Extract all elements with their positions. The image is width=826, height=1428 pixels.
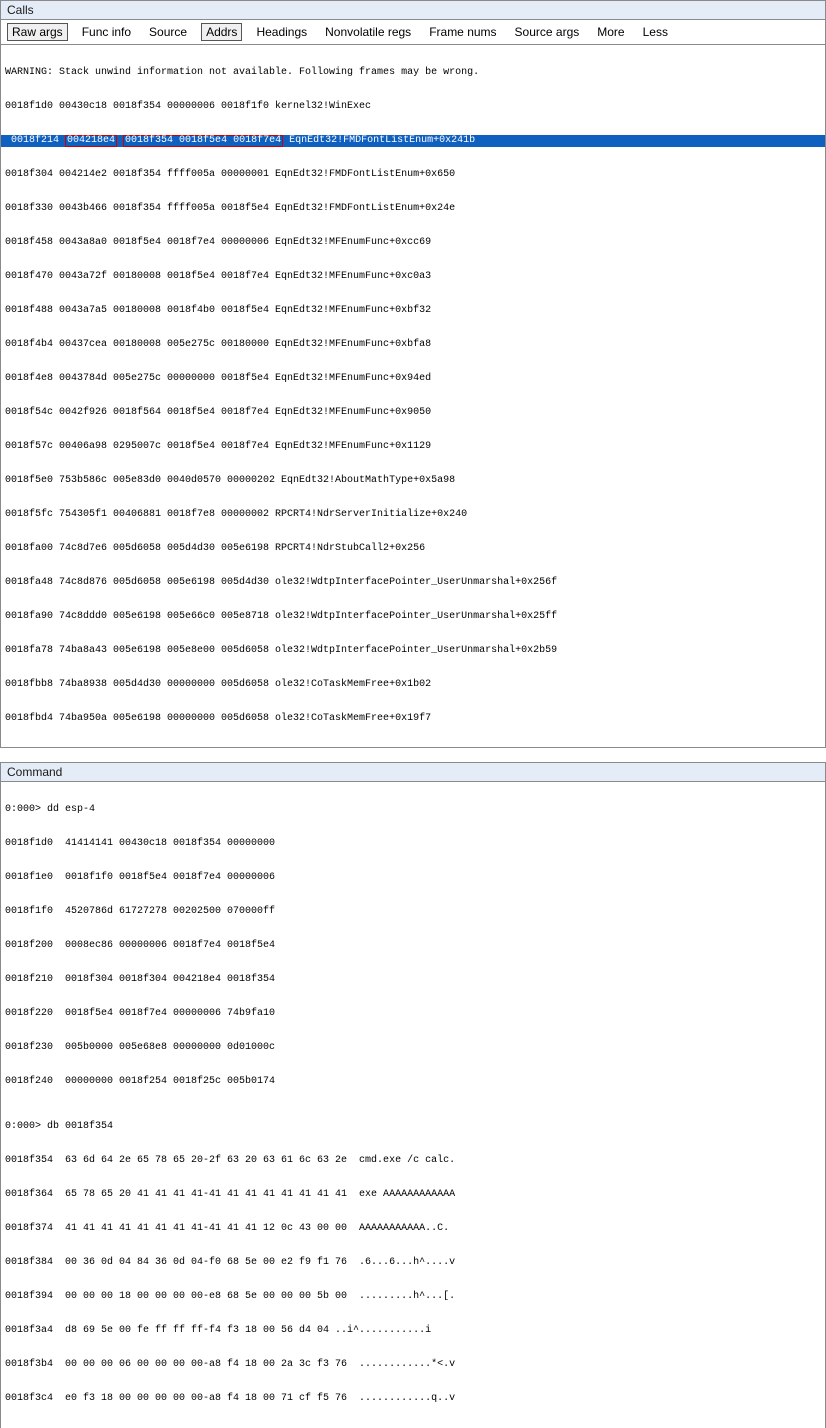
tab-less[interactable]: Less: [639, 24, 672, 40]
cmd-out: 0018f240 00000000 0018f254 0018f25c 005b…: [1, 1076, 825, 1088]
cmd-out: 0018f394 00 00 00 18 00 00 00 00-e8 68 5…: [1, 1291, 825, 1303]
cmd-out: 0018f1e0 0018f1f0 0018f5e4 0018f7e4 0000…: [1, 872, 825, 884]
cmd-out: 0018f1d0 41414141 00430c18 0018f354 0000…: [1, 838, 825, 850]
cmd-out: 0018f364 65 78 65 20 41 41 41 41-41 41 4…: [1, 1189, 825, 1201]
cmd-out: 0018f3a4 d8 69 5e 00 fe ff ff ff-f4 f3 1…: [1, 1325, 825, 1337]
calls-row[interactable]: 0018fbd4 74ba950a 005e6198 00000000 005d…: [1, 713, 825, 725]
calls-row[interactable]: 0018fa90 74c8ddd0 005e6198 005e66c0 005e…: [1, 611, 825, 623]
calls-content[interactable]: WARNING: Stack unwind information not av…: [1, 45, 825, 747]
calls-row[interactable]: 0018f470 0043a72f 00180008 0018f5e4 0018…: [1, 271, 825, 283]
tab-source-args[interactable]: Source args: [511, 24, 584, 40]
sel-col1: 0018f214: [5, 135, 65, 146]
calls-pane: Calls Raw args Func info Source Addrs He…: [0, 0, 826, 748]
command-pane: Command 0:000> dd esp-4 0018f1d0 4141414…: [0, 762, 826, 1428]
tab-more[interactable]: More: [593, 24, 628, 40]
cmd-out: 0018f3b4 00 00 00 06 00 00 00 00-a8 f4 1…: [1, 1359, 825, 1371]
tab-source[interactable]: Source: [145, 24, 191, 40]
highlight-addr-1: 004218e4: [65, 135, 117, 147]
calls-row[interactable]: 0018f54c 0042f926 0018f564 0018f5e4 0018…: [1, 407, 825, 419]
calls-row[interactable]: 0018f330 0043b466 0018f354 ffff005a 0018…: [1, 203, 825, 215]
cmd-prompt: 0:000> dd esp-4: [1, 804, 825, 816]
calls-row[interactable]: 0018f458 0043a8a0 0018f5e4 0018f7e4 0000…: [1, 237, 825, 249]
calls-row[interactable]: 0018f4e8 0043784d 005e275c 00000000 0018…: [1, 373, 825, 385]
cmd-out: 0018f354 63 6d 64 2e 65 78 65 20-2f 63 2…: [1, 1155, 825, 1167]
calls-pane-title: Calls: [1, 1, 825, 20]
calls-row-selected[interactable]: 0018f214 004218e4 0018f354 0018f5e4 0018…: [1, 135, 825, 147]
sel-func: EqnEdt32!FMDFontListEnum+0x241b: [283, 135, 475, 146]
cmd-out: 0018f230 005b0000 005e68e8 00000000 0d01…: [1, 1042, 825, 1054]
cmd-out: 0018f384 00 36 0d 04 84 36 0d 04-f0 68 5…: [1, 1257, 825, 1269]
calls-warning: WARNING: Stack unwind information not av…: [1, 67, 825, 79]
calls-row[interactable]: 0018fa78 74ba8a43 005e6198 005e8e00 005d…: [1, 645, 825, 657]
highlight-addr-2: 0018f354 0018f5e4 0018f7e4: [123, 135, 283, 147]
calls-row[interactable]: 0018f1d0 00430c18 0018f354 00000006 0018…: [1, 101, 825, 113]
calls-row[interactable]: 0018f57c 00406a98 0295007c 0018f5e4 0018…: [1, 441, 825, 453]
calls-tabbar: Raw args Func info Source Addrs Headings…: [1, 20, 825, 45]
calls-row[interactable]: 0018f304 004214e2 0018f354 ffff005a 0000…: [1, 169, 825, 181]
calls-row[interactable]: 0018fa00 74c8d7e6 005d6058 005d4d30 005e…: [1, 543, 825, 555]
cmd-out: 0018f1f0 4520786d 61727278 00202500 0700…: [1, 906, 825, 918]
cmd-out: 0018f374 41 41 41 41 41 41 41 41-41 41 4…: [1, 1223, 825, 1235]
calls-row[interactable]: 0018f4b4 00437cea 00180008 005e275c 0018…: [1, 339, 825, 351]
cmd-out: 0018f220 0018f5e4 0018f7e4 00000006 74b9…: [1, 1008, 825, 1020]
calls-row[interactable]: 0018f488 0043a7a5 00180008 0018f4b0 0018…: [1, 305, 825, 317]
cmd-prompt: 0:000> db 0018f354: [1, 1121, 825, 1133]
tab-raw-args[interactable]: Raw args: [7, 23, 68, 41]
tab-nonvolatile[interactable]: Nonvolatile regs: [321, 24, 415, 40]
calls-row[interactable]: 0018f5fc 754305f1 00406881 0018f7e8 0000…: [1, 509, 825, 521]
cmd-out: 0018f200 0008ec86 00000006 0018f7e4 0018…: [1, 940, 825, 952]
tab-headings[interactable]: Headings: [252, 24, 311, 40]
cmd-out: 0018f3c4 e0 f3 18 00 00 00 00 00-a8 f4 1…: [1, 1393, 825, 1405]
tab-func-info[interactable]: Func info: [78, 24, 135, 40]
calls-row[interactable]: 0018fbb8 74ba8938 005d4d30 00000000 005d…: [1, 679, 825, 691]
tab-addrs[interactable]: Addrs: [201, 23, 242, 41]
calls-row[interactable]: 0018fa48 74c8d876 005d6058 005e6198 005d…: [1, 577, 825, 589]
command-content[interactable]: 0:000> dd esp-4 0018f1d0 41414141 00430c…: [1, 782, 825, 1428]
calls-row[interactable]: 0018f5e0 753b586c 005e83d0 0040d0570 000…: [1, 475, 825, 487]
tab-frame-nums[interactable]: Frame nums: [425, 24, 500, 40]
cmd-out: 0018f210 0018f304 0018f304 004218e4 0018…: [1, 974, 825, 986]
command-pane-title: Command: [1, 763, 825, 782]
